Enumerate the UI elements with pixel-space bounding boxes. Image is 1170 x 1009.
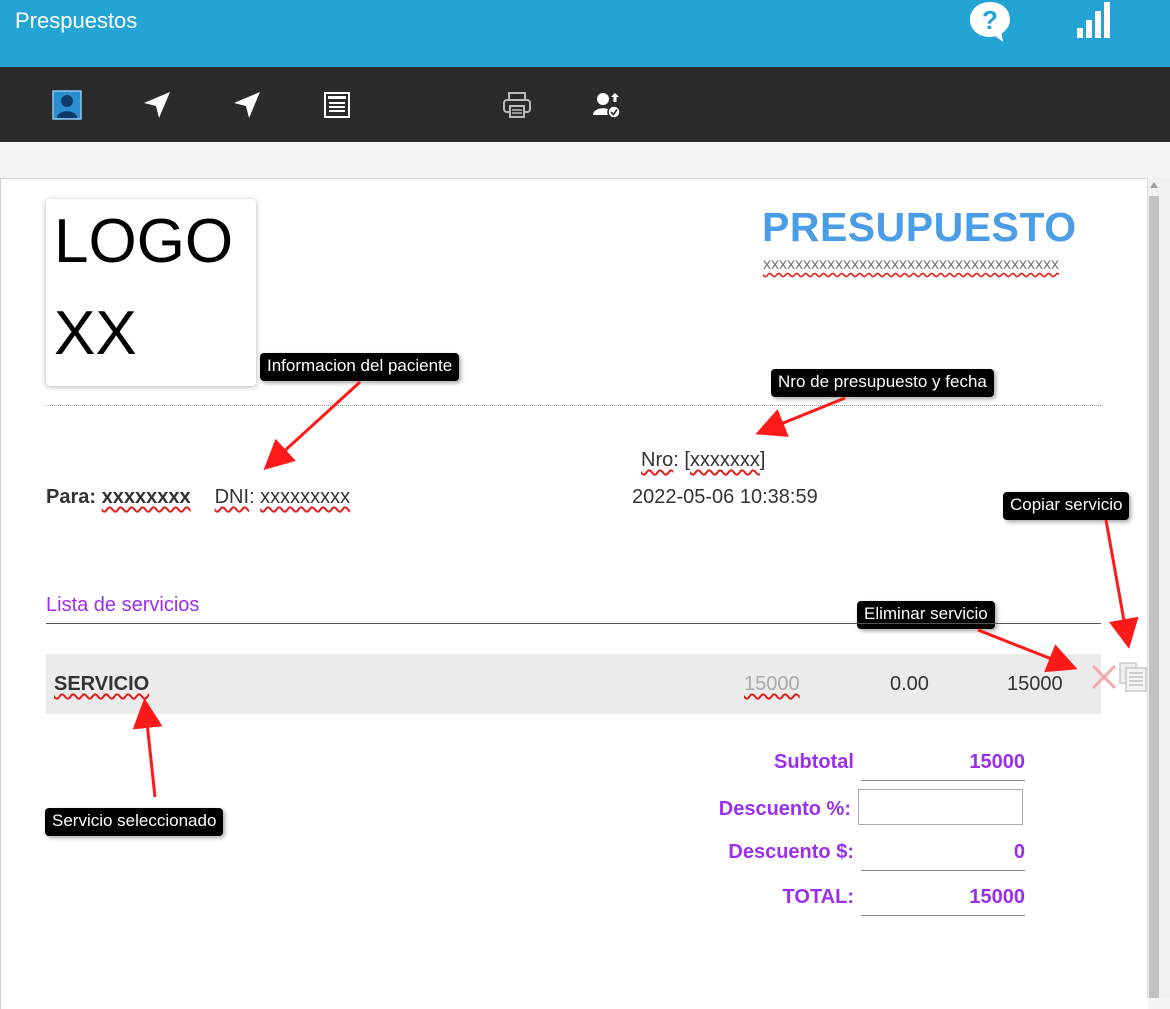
- discount-amt-line: [861, 870, 1025, 871]
- arrow-copiar: [1104, 519, 1139, 649]
- subtotal-label: Subtotal: [774, 751, 854, 773]
- discount-pct-input[interactable]: [858, 789, 1023, 825]
- subtotal-line: [861, 780, 1025, 781]
- total-line: [861, 915, 1025, 916]
- arrow-eliminar: [977, 628, 1078, 673]
- discount-amt-label: Descuento $:: [728, 841, 854, 863]
- discount-pct-label: Descuento %:: [718, 798, 851, 820]
- arrow-patient-info: [263, 380, 362, 471]
- total-label: TOTAL:: [782, 886, 854, 908]
- arrow-seleccionado: [132, 698, 163, 798]
- subtotal-value: 15000: [969, 751, 1025, 773]
- total-value: 15000: [969, 886, 1025, 908]
- arrow-nro-fecha: [755, 396, 846, 437]
- discount-amt-value: 0: [1013, 841, 1025, 863]
